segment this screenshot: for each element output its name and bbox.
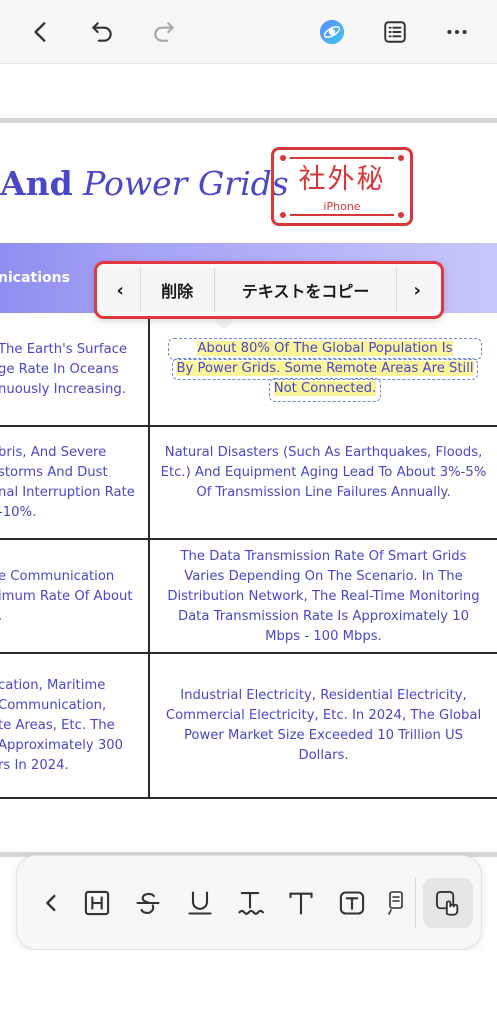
cell-line: . (0, 607, 148, 627)
toolbar-separator (415, 878, 416, 928)
cell-line: -10%. (0, 505, 37, 520)
note-icon[interactable] (383, 886, 407, 920)
outline-list-icon[interactable] (381, 18, 409, 46)
title-bold-part: And (0, 164, 73, 203)
context-menu-next-button[interactable]: › (397, 268, 437, 312)
undo-icon[interactable] (88, 18, 116, 46)
cell-line: e Communication (0, 569, 115, 584)
highlight-span: By Power Grids. Some Remote Areas Are St… (176, 361, 474, 376)
squiggly-underline-icon[interactable] (233, 886, 267, 920)
cell-line: ge Rate In Oceans (0, 362, 119, 377)
document-title: And Power Grids (0, 164, 289, 214)
cell-line: storms And Dust (0, 465, 108, 480)
page-divider-top (0, 118, 497, 123)
table-bottom-border (0, 797, 497, 799)
table-cell: The Earth's Surface ge Rate In Oceans nu… (0, 340, 148, 400)
top-toolbar (0, 0, 497, 64)
confidential-stamp[interactable]: 社外秘 iPhone (271, 147, 413, 226)
more-icon[interactable] (443, 18, 471, 46)
chevron-left-icon[interactable] (35, 886, 69, 920)
title-italic-part: Power Grids (83, 164, 289, 203)
redo-icon[interactable] (150, 18, 178, 46)
data-table: nications The Earth's Surface ge Rate In… (0, 243, 497, 799)
select-tool-icon[interactable] (431, 886, 465, 920)
highlight-line: By Power Grids. Some Remote Areas Are St… (168, 359, 482, 379)
table-cell: Natural Disasters (Such As Earthquakes, … (160, 445, 487, 500)
cell-line: te Areas, Etc. The (0, 718, 115, 733)
context-menu: ‹ 削除 テキストをコピー › (94, 261, 444, 319)
table-cell: bris, And Severe storms And Dust nal Int… (0, 443, 148, 523)
cell-line: rs In 2024. (0, 758, 69, 773)
context-menu-prev-button[interactable]: ‹ (101, 268, 141, 312)
stamp-dot (280, 155, 286, 161)
cell-line: nuously Increasing. (0, 382, 126, 397)
table-cell: e Communication imum Rate Of About . (0, 567, 148, 627)
highlight-span: Not Connected. (273, 381, 377, 396)
cell-line: imum Rate Of About (0, 589, 133, 604)
cell-line: cation, Maritime (0, 678, 106, 693)
back-icon[interactable] (27, 18, 55, 46)
context-menu-inner: ‹ 削除 テキストをコピー › (101, 268, 437, 312)
selected-highlight-annotation[interactable]: About 80% Of The Global Population Is Co… (168, 338, 482, 402)
strikethrough-icon[interactable] (131, 886, 165, 920)
stamp-bottom-line (290, 214, 394, 216)
cell-line: Approximately 300 (0, 738, 124, 753)
stamp-main-text: 社外秘 (298, 164, 386, 195)
table-row-divider (0, 538, 497, 540)
cell-line: The Earth's Surface (0, 342, 128, 357)
delete-button[interactable]: 削除 (141, 268, 215, 312)
copy-text-button[interactable]: テキストをコピー (215, 268, 398, 312)
heading-icon[interactable] (80, 886, 114, 920)
stamp-dot (398, 212, 404, 218)
cell-line: Communication, (0, 698, 107, 713)
cell-line: bris, And Severe (0, 445, 107, 460)
text-icon[interactable] (284, 886, 318, 920)
table-header-text: nications (0, 270, 70, 286)
stamp-dot (280, 212, 286, 218)
table-cell: cation, Maritime Communication, te Areas… (0, 676, 148, 776)
table-row-divider (0, 425, 497, 427)
stamp-sub-text: iPhone (323, 200, 361, 213)
cell-line: nal Interruption Rate (0, 485, 135, 500)
stamp-dot (398, 155, 404, 161)
table-cell: The Data Transmission Rate Of Smart Grid… (167, 549, 480, 644)
stamp-top-line (290, 157, 394, 159)
textbox-icon[interactable] (335, 886, 369, 920)
bottom-safe-area (0, 950, 497, 1024)
annotation-toolbar (16, 855, 482, 950)
ai-assistant-icon[interactable] (318, 18, 346, 46)
highlight-line: Not Connected. (168, 379, 482, 399)
table-cell: Industrial Electricity, Residential Elec… (165, 688, 482, 763)
underline-icon[interactable] (183, 886, 217, 920)
table-row-divider (0, 652, 497, 654)
